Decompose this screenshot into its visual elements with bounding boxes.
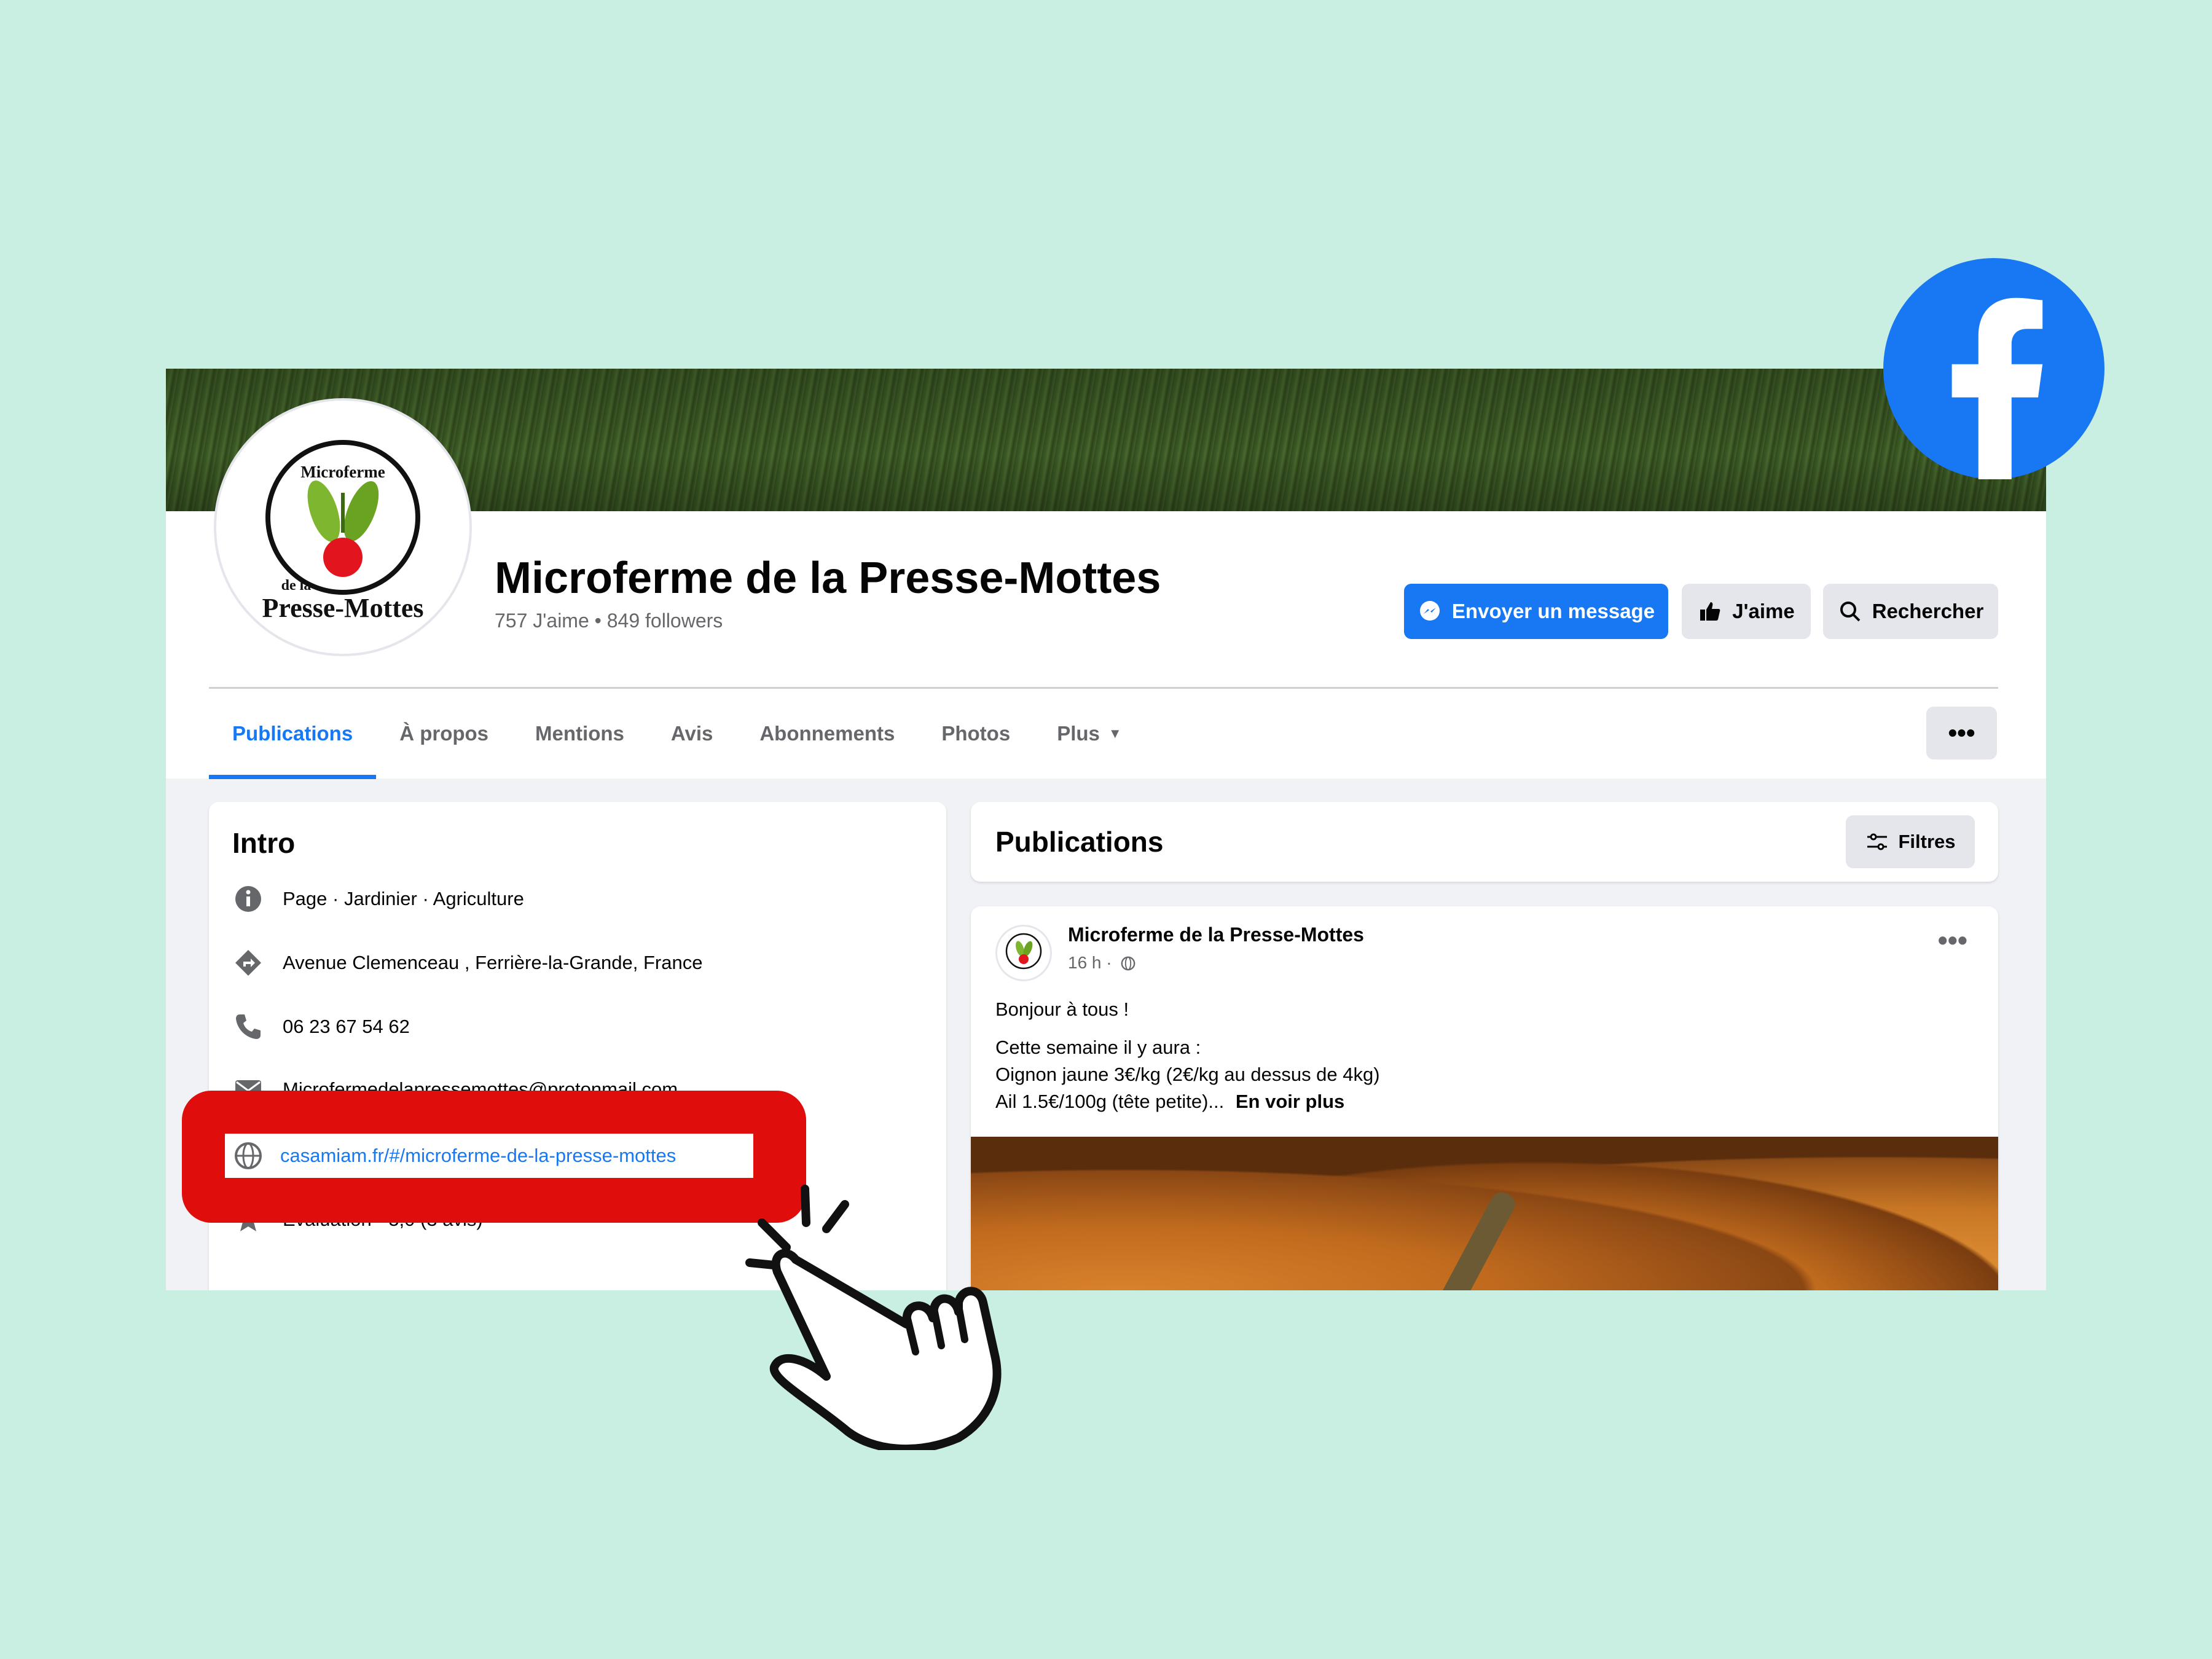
post-line: Ail 1.5€/100g (tête petite)... En voir p… <box>995 1091 1345 1112</box>
filters-button[interactable]: Filtres <box>1846 815 1975 868</box>
microferme-logo: Microferme de la Presse-Mottes <box>262 440 424 623</box>
tab-a-propos[interactable]: À propos <box>376 688 512 779</box>
tab-abonnements[interactable]: Abonnements <box>736 688 918 779</box>
caret-down-icon: ▼ <box>1108 726 1122 741</box>
thumbs-up-icon <box>1700 602 1720 621</box>
post-image[interactable] <box>971 1137 1998 1290</box>
tab-plus[interactable]: Plus ▼ <box>1033 688 1145 779</box>
globe-icon <box>235 1142 262 1169</box>
post-author[interactable]: Microferme de la Presse-Mottes <box>1068 924 1364 946</box>
phone-icon <box>236 1014 261 1039</box>
publications-header: Publications Filtres <box>971 802 1998 882</box>
tab-publications[interactable]: Publications <box>209 688 377 779</box>
intro-phone: 06 23 67 54 62 <box>232 1008 410 1045</box>
highlighted-website-link[interactable]: casamiam.fr/#/microferme-de-la-presse-mo… <box>225 1134 753 1178</box>
post-options-button[interactable]: ••• <box>1938 924 1967 957</box>
like-button[interactable]: J'aime <box>1682 584 1811 639</box>
see-more-link[interactable]: En voir plus <box>1236 1091 1344 1112</box>
search-button[interactable]: Rechercher <box>1823 584 1998 639</box>
intro-address: Avenue Clemenceau , Ferrière-la-Grande, … <box>232 944 702 981</box>
facebook-logo-icon <box>1883 258 2104 479</box>
tab-photos[interactable]: Photos <box>918 688 1033 779</box>
publications-title: Publications <box>995 826 1164 858</box>
send-message-button[interactable]: Envoyer un message <box>1404 584 1668 639</box>
post-line: Bonjour à tous ! <box>995 998 1129 1020</box>
messenger-icon <box>1419 601 1440 621</box>
page-tabs: Publications À propos Mentions Avis Abon… <box>209 688 1145 779</box>
svg-text:Presse-Mottes: Presse-Mottes <box>262 593 423 623</box>
post-author-avatar[interactable] <box>995 925 1052 981</box>
page-stats[interactable]: 757 J'aime • 849 followers <box>495 610 723 632</box>
post-line: Oignon jaune 3€/kg (2€/kg au dessus de 4… <box>995 1064 1380 1085</box>
globe-small-icon <box>1121 956 1135 971</box>
tab-avis[interactable]: Avis <box>648 688 736 779</box>
tab-mentions[interactable]: Mentions <box>512 688 648 779</box>
info-icon <box>235 886 261 912</box>
squash-stem <box>1430 1188 1519 1290</box>
page-title: Microferme de la Presse-Mottes <box>495 554 1161 603</box>
directions-icon <box>235 950 261 976</box>
post-card: Microferme de la Presse-Mottes 16 h · ••… <box>971 906 1998 1290</box>
pointer-hand-icon <box>745 1185 1002 1450</box>
page-avatar[interactable]: Microferme de la Presse-Mottes <box>214 398 472 656</box>
filter-icon <box>1867 833 1888 850</box>
microferme-logo-small <box>1005 933 1042 970</box>
post-line: Cette semaine il y aura : <box>995 1037 1201 1058</box>
search-icon <box>1840 602 1861 622</box>
intro-title: Intro <box>232 827 296 859</box>
post-timestamp[interactable]: 16 h · <box>1068 953 1136 973</box>
more-options-button[interactable]: ••• <box>1926 707 1997 759</box>
svg-text:de la: de la <box>281 578 312 594</box>
intro-category: Page · Jardinier · Agriculture <box>232 880 524 917</box>
svg-text:Microferme: Microferme <box>300 463 385 481</box>
